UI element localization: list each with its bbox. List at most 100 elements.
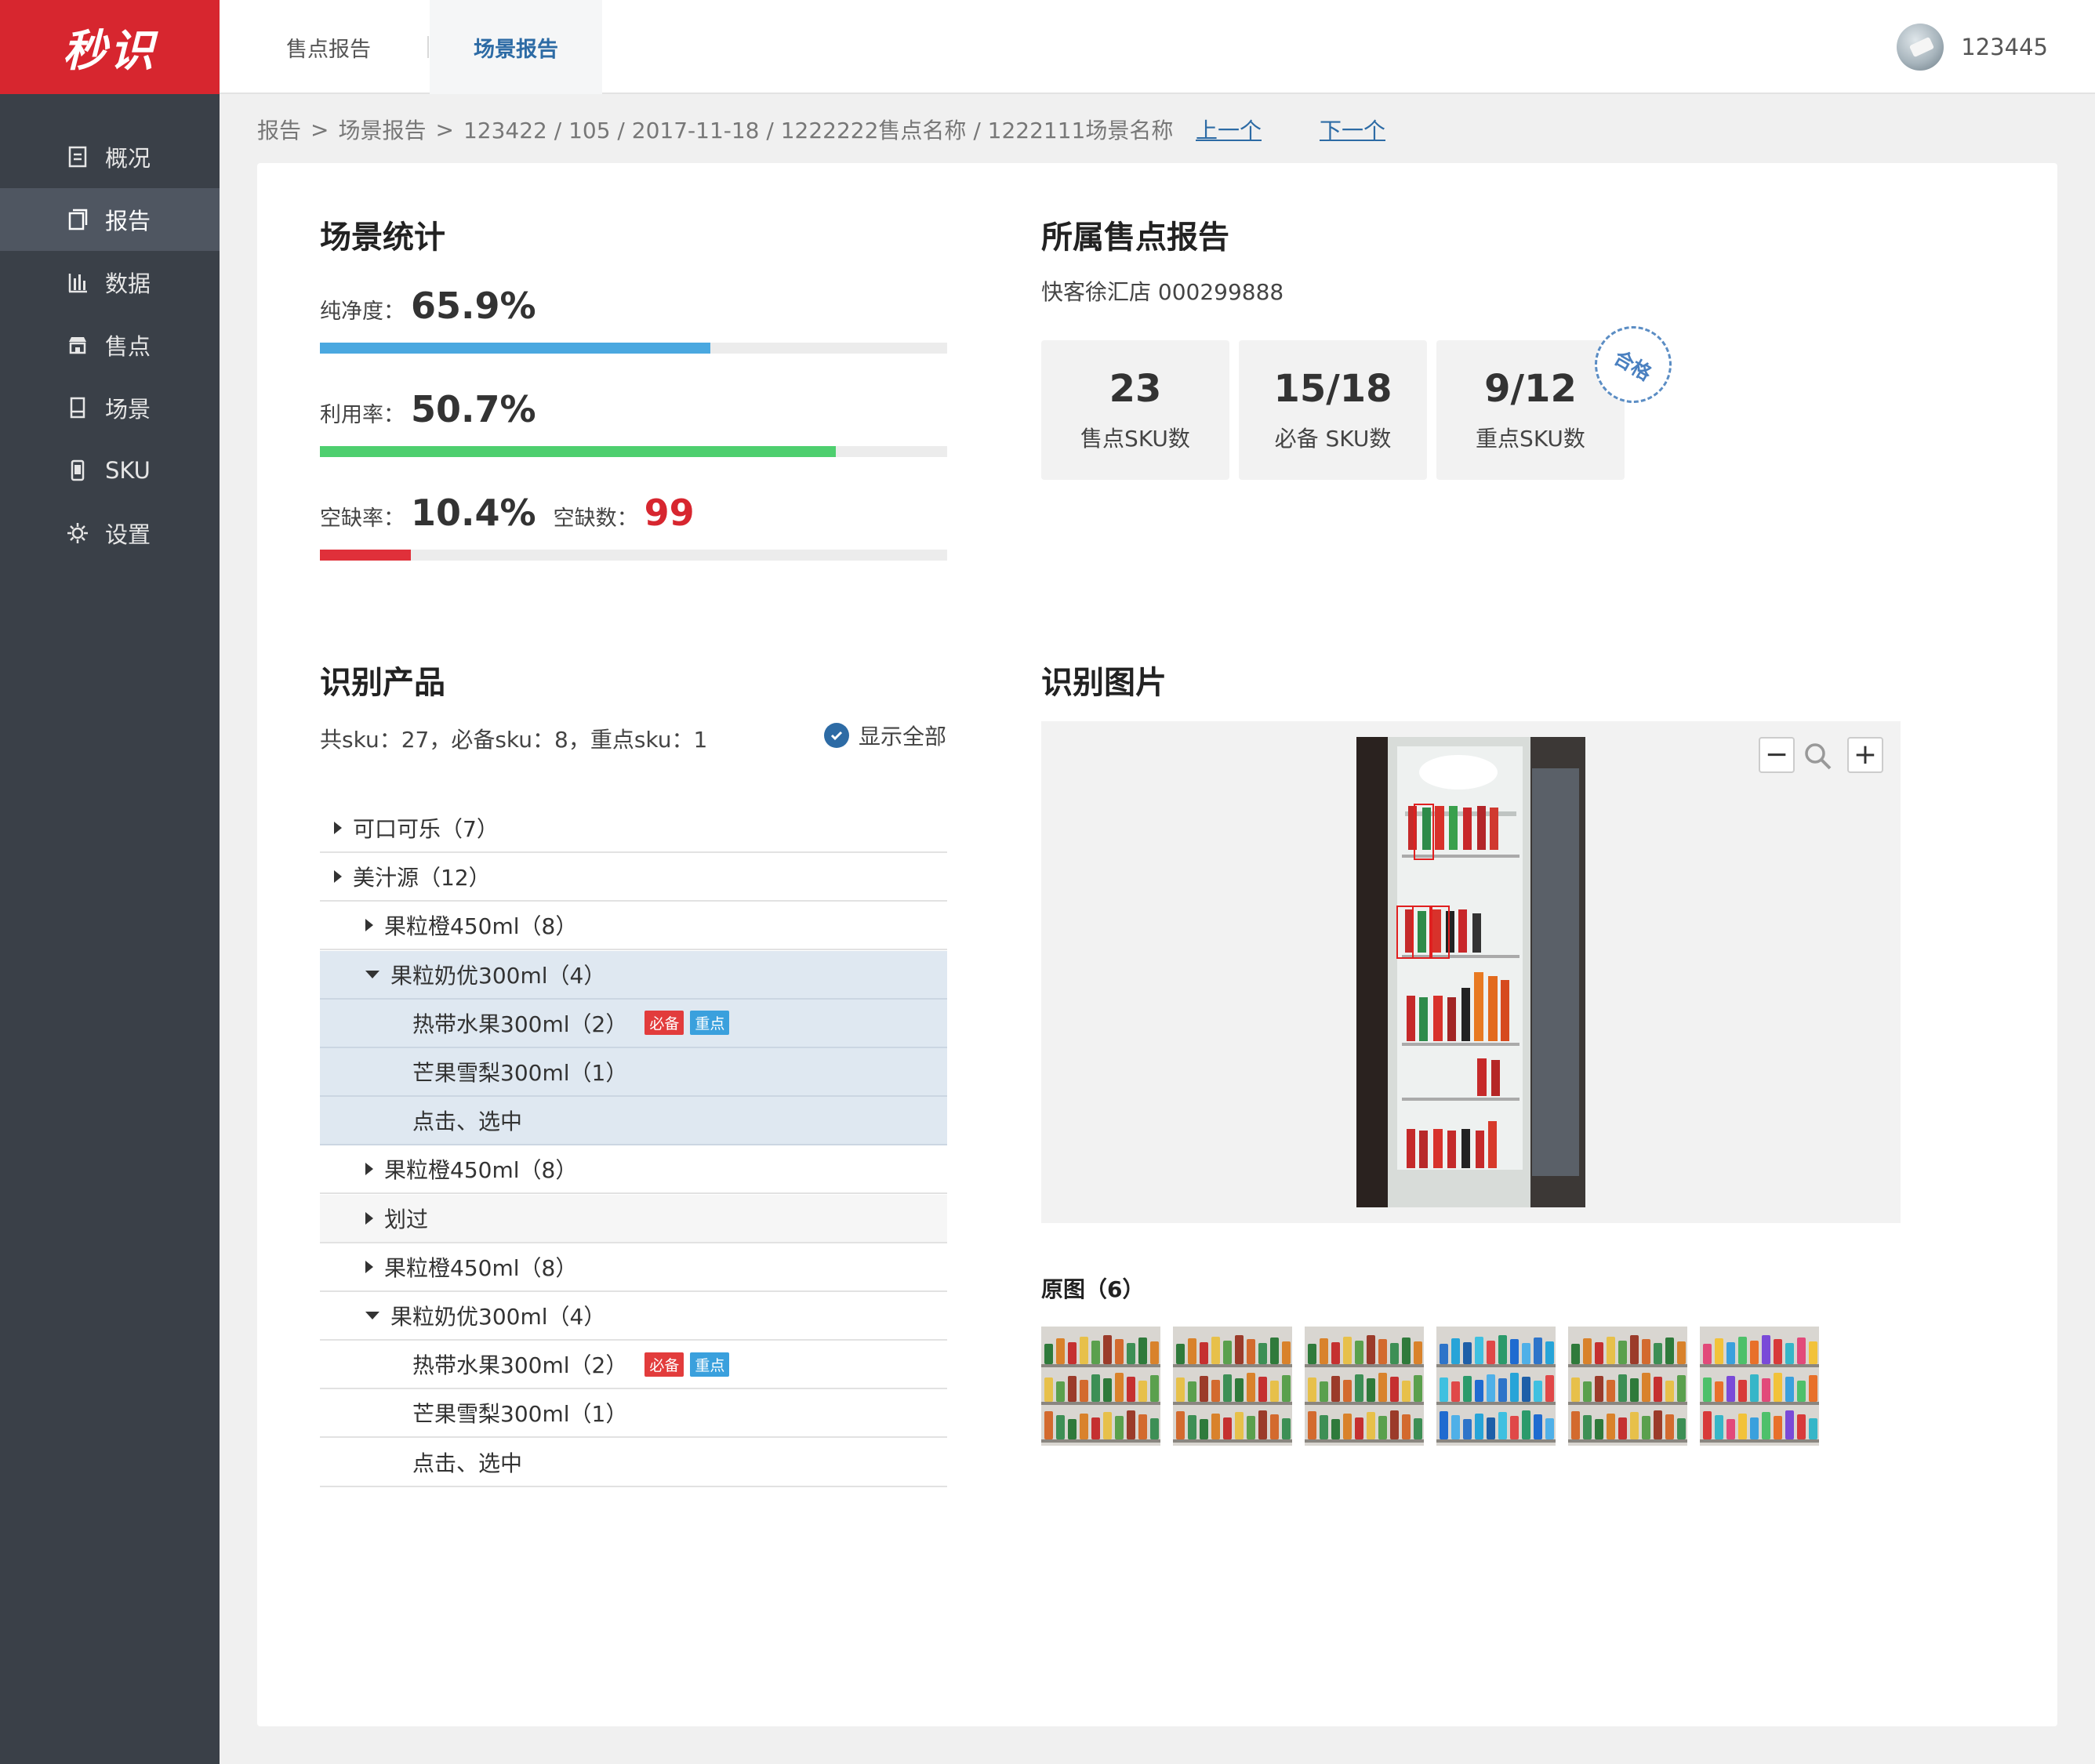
required-badge: 必备: [644, 1352, 684, 1377]
store-icon: [64, 332, 91, 358]
tree-row[interactable]: 划过: [320, 1194, 947, 1243]
top-bar: 售点报告 场景报告 123445: [220, 0, 2095, 94]
sku-summary: 共sku：27，必备sku：8，重点sku：1: [320, 727, 708, 753]
images-title: 识别图片: [1041, 665, 1167, 701]
breadcrumb: 报告 > 场景报告 > 123422 / 105 / 2017-11-18 / …: [257, 114, 1173, 145]
tree-row-label: 热带水果300ml（2）: [412, 1011, 628, 1037]
sidebar-item-sku[interactable]: SKU: [0, 439, 220, 502]
avatar[interactable]: [1897, 24, 1944, 71]
tree-row[interactable]: 果粒奶优300ml（4）: [320, 950, 947, 1000]
shortage-count-value: 99: [644, 492, 695, 534]
zoom-out-button[interactable]: −: [1759, 737, 1795, 773]
purity-value: 65.9%: [411, 285, 536, 327]
products-title: 识别产品: [320, 665, 445, 701]
tab-sales-report[interactable]: 售点报告: [251, 0, 406, 94]
kpi-value: 9/12: [1484, 367, 1577, 411]
shortage-count-label: 空缺数：: [553, 506, 638, 531]
caret-right-icon[interactable]: [365, 1211, 373, 1225]
breadcrumb-report[interactable]: 报告: [257, 114, 301, 145]
tree-row-label: 点击、选中: [412, 1450, 523, 1476]
sidebar-item-overview[interactable]: 概况: [0, 125, 220, 188]
shortage-bar-fill: [320, 550, 411, 561]
caret-right-icon[interactable]: [365, 1260, 373, 1273]
breadcrumb-path: 123422 / 105 / 2017-11-18 / 1222222售点名称 …: [463, 118, 1174, 143]
shortage-bar: [320, 550, 947, 561]
caret-down-icon[interactable]: [365, 1312, 379, 1319]
tree-row-label: 果粒橙450ml（8）: [384, 1254, 578, 1281]
kpi-label: 必备 SKU数: [1274, 426, 1392, 452]
stamp-text: 合格: [1610, 346, 1656, 386]
data-chart-icon: [64, 269, 91, 296]
caret-down-icon[interactable]: [365, 970, 379, 978]
key-badge: 重点: [690, 1352, 730, 1377]
user-menu[interactable]: 123445: [1897, 24, 2048, 71]
tree-row-label: 果粒橙450ml（8）: [384, 1157, 578, 1184]
next-link[interactable]: 下一个: [1320, 114, 1385, 145]
tree-row-label: 果粒奶优300ml（4）: [390, 962, 606, 989]
utilization-bar: [320, 446, 947, 457]
prev-link[interactable]: 上一个: [1196, 114, 1262, 145]
shortage-label: 空缺率：: [320, 506, 405, 531]
tree-row[interactable]: 果粒橙450ml（8）: [320, 1243, 947, 1292]
sidebar-item-settings[interactable]: 设置: [0, 502, 220, 564]
kpi-store-sku: 23 售点SKU数: [1041, 340, 1229, 480]
tree-row-label: 热带水果300ml（2）: [412, 1352, 628, 1379]
thumbnail-image[interactable]: [1436, 1327, 1556, 1446]
sidebar-item-scene[interactable]: 场景: [0, 376, 220, 439]
app-logo[interactable]: 秒识: [0, 0, 220, 94]
tab-scene-report[interactable]: 场景报告: [430, 0, 602, 94]
zoom-in-button[interactable]: +: [1847, 737, 1883, 773]
tree-row[interactable]: 果粒橙450ml（8）: [320, 902, 947, 951]
kpi-value: 15/18: [1273, 367, 1392, 411]
tree-row[interactable]: 果粒奶优300ml（4）: [320, 1292, 947, 1341]
thumbnail-image[interactable]: [1568, 1327, 1687, 1446]
caret-right-icon[interactable]: [365, 1163, 373, 1176]
thumbnail-image[interactable]: [1305, 1327, 1424, 1446]
thumbnail-image[interactable]: [1700, 1327, 1819, 1446]
tree-row[interactable]: 芒果雪梨300ml（1）: [320, 1389, 947, 1439]
report-icon: [64, 206, 91, 233]
image-viewer[interactable]: − +: [1041, 721, 1901, 1223]
show-all-toggle[interactable]: 显示全部: [824, 720, 946, 751]
tree-row[interactable]: 热带水果300ml（2） 必备 重点: [320, 1341, 947, 1390]
tree-row[interactable]: 芒果雪梨300ml（1）: [320, 1048, 947, 1097]
sidebar-item-data[interactable]: 数据: [0, 251, 220, 314]
check-circle-icon: [824, 723, 849, 748]
thumbnail-image[interactable]: [1173, 1327, 1292, 1446]
key-badge: 重点: [690, 1011, 730, 1036]
caret-right-icon[interactable]: [334, 870, 342, 884]
utilization-bar-fill: [320, 446, 836, 457]
magnifier-icon[interactable]: [1802, 740, 1833, 771]
shortage-value: 10.4%: [411, 492, 536, 534]
sidebar-item-label: SKU: [105, 457, 151, 484]
tree-row-label: 美汁源（12）: [353, 865, 491, 891]
sku-icon: [64, 457, 91, 484]
tree-row[interactable]: 果粒橙450ml（8）: [320, 1145, 947, 1195]
scene-icon: [64, 394, 91, 421]
breadcrumb-scene-report[interactable]: 场景报告: [338, 114, 426, 145]
sidebar-item-report[interactable]: 报告: [0, 188, 220, 251]
required-badge: 必备: [644, 1011, 684, 1036]
tree-row[interactable]: 点击、选中: [320, 1439, 947, 1487]
tree-row[interactable]: 可口可乐（7）: [320, 804, 947, 853]
caret-right-icon[interactable]: [365, 919, 373, 932]
tree-row-label: 果粒橙450ml（8）: [384, 913, 578, 940]
utilization-value: 50.7%: [411, 388, 536, 430]
store-name[interactable]: 快客徐汇店 000299888: [1041, 275, 1284, 307]
tree-row[interactable]: 热带水果300ml（2） 必备 重点: [320, 999, 947, 1048]
tree-row[interactable]: 美汁源（12）: [320, 853, 947, 902]
utilization-label: 利用率：: [320, 403, 405, 427]
caret-right-icon[interactable]: [334, 822, 342, 834]
thumbnail-image[interactable]: [1041, 1327, 1160, 1446]
originals-title: 原图（6）: [1041, 1276, 1145, 1302]
tree-row-label: 果粒奶优300ml（4）: [390, 1304, 606, 1330]
breadcrumb-separator: >: [435, 116, 454, 143]
tab-divider: [427, 36, 429, 58]
kpi-label: 重点SKU数: [1476, 426, 1585, 452]
purity-bar-fill: [320, 343, 710, 354]
tree-row-label: 芒果雪梨300ml（1）: [412, 1401, 628, 1428]
kpi-value: 23: [1109, 367, 1162, 411]
tree-row[interactable]: 点击、选中: [320, 1097, 947, 1146]
purity-label: 纯净度：: [320, 299, 405, 324]
sidebar-item-store[interactable]: 售点: [0, 314, 220, 376]
